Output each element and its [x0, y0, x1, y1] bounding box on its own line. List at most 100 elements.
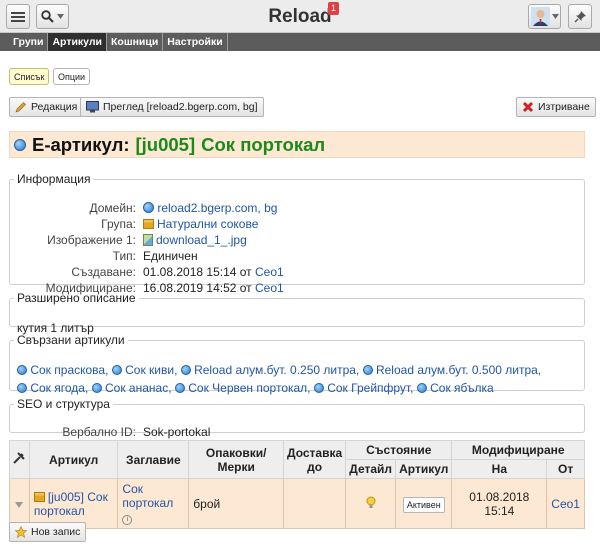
tab-articles[interactable]: Артикули: [48, 33, 108, 51]
pencil-icon: [15, 102, 26, 113]
info-legend: Информация: [17, 172, 91, 186]
verbal-id-label: Вербално ID:: [62, 425, 136, 439]
image-link[interactable]: download_1_.jpg: [156, 233, 247, 247]
delete-icon: [522, 101, 534, 113]
chevron-down-icon: [15, 501, 24, 508]
globe-icon: [14, 138, 26, 151]
globe-icon: [416, 383, 427, 393]
row-title-cell: Сок портокал i: [117, 478, 190, 529]
seo-legend: SEO и структура: [17, 397, 110, 411]
globe-icon: [91, 383, 102, 393]
globe-icon: [362, 365, 373, 375]
row-modified-by-cell: Ceo1: [546, 478, 585, 529]
related-item[interactable]: Reload алум.бут. 0.500 литра,: [362, 363, 541, 377]
row-article-link[interactable]: [ju005] Сок портокал: [34, 490, 108, 518]
modified-on-header[interactable]: На: [451, 459, 548, 479]
table-row: [ju005] Сок портокал Сок портокал i брой…: [9, 478, 585, 529]
tools-icon: [13, 452, 26, 464]
notification-badge[interactable]: 1: [328, 2, 340, 15]
chevron-down-icon: [551, 14, 559, 19]
created-user-link[interactable]: Ceo1: [255, 265, 284, 279]
page-title: Е-артикул: [ju005] Сок портокал: [9, 131, 585, 158]
globe-icon: [174, 383, 185, 393]
preview-button[interactable]: Преглед [reload2.bgerp.com, bg]: [80, 97, 264, 117]
related-item[interactable]: Сок ябълка: [416, 381, 494, 395]
row-modified-by-link[interactable]: Ceo1: [551, 497, 580, 511]
article-name: Сок портокал: [201, 133, 326, 155]
star-icon: [15, 526, 27, 538]
list-view-button[interactable]: Списък: [9, 68, 50, 85]
top-bar: Reload 1: [0, 0, 600, 33]
preview-button-label: Преглед [reload2.bgerp.com, bg]: [103, 101, 258, 113]
related-item[interactable]: Сок киви,: [111, 363, 177, 377]
related-item[interactable]: Сок ягода,: [17, 381, 88, 395]
state-detail-header[interactable]: Детайл: [345, 459, 397, 479]
type-value: Единичен: [143, 249, 198, 263]
status-badge[interactable]: Активен: [402, 496, 445, 513]
folder-icon: [143, 219, 154, 229]
row-article-cell[interactable]: [ju005] Сок портокал: [28, 478, 119, 529]
article-code: [ju005]: [135, 133, 196, 155]
extended-description-legend: Разширено описание: [17, 291, 136, 305]
edit-button-label: Редакция: [31, 101, 78, 113]
related-item[interactable]: Сок праскова,: [17, 363, 108, 377]
pin-button[interactable]: [568, 4, 592, 29]
options-button[interactable]: Опции: [53, 68, 91, 85]
tab-settings[interactable]: Настройки: [163, 33, 228, 51]
article-icon: [33, 491, 45, 502]
related-item[interactable]: Сок Червен портокал,: [174, 381, 311, 395]
globe-icon: [111, 365, 122, 375]
delete-button-label: Изтриване: [538, 101, 590, 113]
delete-button[interactable]: Изтриване: [516, 97, 596, 117]
article-header[interactable]: Артикул: [28, 440, 119, 479]
info-icon[interactable]: i: [122, 515, 133, 525]
app-title: Reload: [268, 6, 332, 27]
created-value: 01.08.2018 15:14 от: [143, 265, 252, 279]
modified-header: Модифициране: [451, 440, 585, 460]
row-title-link[interactable]: Сок портокал: [122, 482, 173, 510]
globe-icon: [313, 383, 324, 393]
seo-section: SEO и структура Вербално ID: Sok-portoka…: [9, 397, 585, 439]
related-item[interactable]: Reload алум.бут. 0.250 литра,: [180, 363, 359, 377]
globe-icon: [180, 365, 191, 375]
row-status-cell: Активен: [395, 478, 453, 529]
state-header: Състояние: [345, 440, 453, 460]
lightbulb-icon: [366, 496, 376, 508]
related-articles-legend: Свързани артикули: [17, 333, 125, 347]
related-articles-list: Сок праскова, Сок киви, Reload алум.бут.…: [17, 361, 579, 397]
row-expand-cell[interactable]: [9, 478, 30, 529]
tools-header: [9, 440, 30, 479]
pin-icon: [573, 11, 586, 23]
extended-description-section: Разширено описание кутия 1 литър: [9, 291, 585, 335]
new-record-button[interactable]: Нов запис: [9, 522, 87, 542]
row-detail-cell: [345, 478, 397, 529]
type-label: Тип:: [112, 249, 136, 263]
image-label: Изображение 1:: [47, 233, 136, 247]
row-packaging-cell: брой: [188, 478, 285, 529]
delivery-header[interactable]: Доставка до: [283, 440, 347, 479]
packaging-table: Артикул Заглавие Опаковки/Мерки Доставка…: [9, 440, 585, 529]
domain-link[interactable]: reload2.bgerp.com, bg: [157, 201, 277, 215]
main-nav: Групи Артикули Кошници Настройки: [0, 33, 600, 51]
title-header[interactable]: Заглавие: [117, 440, 190, 479]
globe-icon: [17, 383, 27, 393]
group-link[interactable]: Натурални сокове: [157, 217, 258, 231]
edit-button[interactable]: Редакция: [9, 97, 84, 117]
modified-by-header[interactable]: От: [546, 459, 585, 479]
new-record-label: Нов запис: [31, 526, 81, 538]
info-section: Информация Домейн: reload2.bgerp.com, bg…: [9, 172, 585, 295]
row-delivery-cell: [283, 478, 347, 529]
state-article-header[interactable]: Артикул: [395, 459, 453, 479]
tab-baskets[interactable]: Кошници: [107, 33, 164, 51]
row-modified-on-cell: 01.08.2018 15:14: [451, 478, 548, 529]
user-menu-button[interactable]: [528, 4, 561, 29]
packaging-header[interactable]: Опаковки/Мерки: [188, 440, 285, 479]
domain-label: Домейн:: [89, 201, 136, 215]
title-prefix: Е-артикул:: [32, 133, 130, 155]
related-item[interactable]: Сок Грейпфрут,: [313, 381, 413, 395]
tab-groups[interactable]: Групи: [0, 33, 49, 51]
avatar: [530, 7, 550, 26]
group-label: Група:: [101, 217, 136, 231]
related-item[interactable]: Сок ананас,: [91, 381, 172, 395]
globe-icon: [17, 365, 27, 375]
